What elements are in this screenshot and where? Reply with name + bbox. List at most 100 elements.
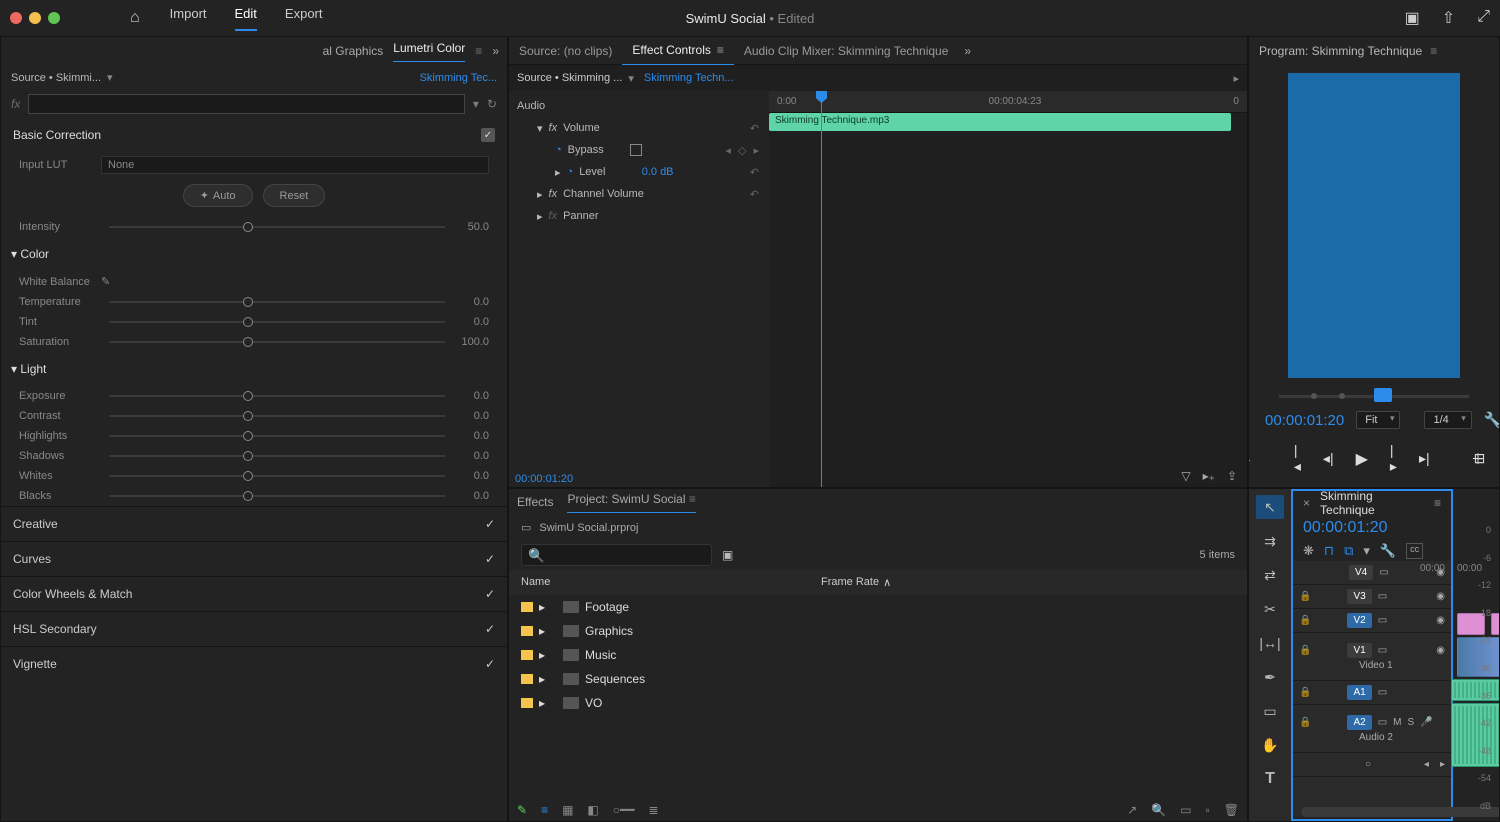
close-window[interactable] xyxy=(10,12,22,24)
basic-correction-toggle[interactable]: ✓ xyxy=(481,128,495,142)
find-icon[interactable]: 🔍 xyxy=(1151,803,1166,817)
curves-section[interactable]: Curves✓ xyxy=(1,541,507,576)
selection-tool-icon[interactable]: ↖ xyxy=(1256,495,1284,519)
tab-project[interactable]: Project: SwimU Social ≡ xyxy=(567,492,695,513)
panel-menu-icon[interactable]: ≡ xyxy=(1430,44,1437,58)
tab-audio-clip-mixer[interactable]: Audio Clip Mixer: Skimming Technique xyxy=(734,44,959,58)
lock-a2-icon[interactable]: 🔒 xyxy=(1299,717,1311,728)
panel-overflow-icon[interactable]: » xyxy=(958,44,977,58)
source-sequence-link[interactable]: Skimming Techn... xyxy=(644,72,734,84)
tab-export[interactable]: Export xyxy=(285,6,323,31)
tab-effects[interactable]: Effects xyxy=(517,495,553,509)
zoom-fit-dropdown[interactable]: Fit xyxy=(1356,411,1400,429)
zoom-slider[interactable]: ○━━ xyxy=(613,803,635,817)
window-controls[interactable] xyxy=(10,12,60,24)
icon-view-icon[interactable]: ▦ xyxy=(562,803,573,817)
color-wheels-section[interactable]: Color Wheels & Match✓ xyxy=(1,576,507,611)
timeline-h-scrollbar[interactable] xyxy=(1301,807,1443,817)
panel-menu-icon[interactable]: ≡ xyxy=(1434,496,1441,510)
lumetri-effect-dropdown[interactable] xyxy=(28,94,465,114)
slip-tool-icon[interactable]: |↔| xyxy=(1256,631,1284,655)
lock-v2-icon[interactable]: 🔒 xyxy=(1299,615,1311,626)
sequence-name[interactable]: Skimming Technique xyxy=(1320,489,1424,517)
track-select-tool-icon[interactable]: ⇉ xyxy=(1256,529,1284,553)
toggle-v2-icon[interactable]: ◉ xyxy=(1436,615,1445,626)
solo-icon[interactable]: S xyxy=(1407,717,1414,728)
channel-volume-effect[interactable]: ▸fxChannel Volume↶ xyxy=(517,183,761,205)
tab-effect-controls[interactable]: Effect Controls≡ xyxy=(622,43,734,65)
tab-essential-graphics[interactable]: al Graphics xyxy=(323,44,384,58)
goto-out-icon[interactable]: ▸| xyxy=(1419,450,1430,467)
ripple-tool-icon[interactable]: ⇄ xyxy=(1256,563,1284,587)
tab-lumetri-color[interactable]: Lumetri Color xyxy=(393,41,465,62)
settings-wrench-icon[interactable]: 🔧 xyxy=(1484,411,1500,429)
tab-import[interactable]: Import xyxy=(170,6,207,31)
input-lut-dropdown[interactable]: None xyxy=(101,156,489,174)
panner-effect[interactable]: ▸fxPanner xyxy=(517,205,761,227)
target-v2[interactable]: V2 xyxy=(1347,613,1371,628)
volume-effect[interactable]: ▾fxVolume↶ xyxy=(517,117,761,139)
play-only-icon[interactable]: ▸₊ xyxy=(1203,469,1215,483)
toggle-v1-icon[interactable]: ◉ xyxy=(1436,645,1445,656)
button-editor-icon[interactable]: ＋ xyxy=(1471,449,1485,469)
vignette-section[interactable]: Vignette✓ xyxy=(1,646,507,681)
auto-button[interactable]: ✦Auto xyxy=(183,184,253,207)
bin-graphics[interactable]: ▸Graphics xyxy=(509,619,1247,643)
eyedropper-icon[interactable]: ✎ xyxy=(101,275,110,288)
marker-add-icon[interactable]: ▾ xyxy=(1363,543,1370,559)
lumetri-clip-link[interactable]: Skimming Tec... xyxy=(420,72,497,84)
shadows-slider[interactable] xyxy=(109,455,445,457)
lock-v3-icon[interactable]: 🔒 xyxy=(1299,591,1311,602)
timeline-timecode[interactable]: 00:00:01:20 xyxy=(1293,515,1451,541)
settings-icon[interactable]: 🔧 xyxy=(1380,543,1396,559)
target-a1[interactable]: A1 xyxy=(1347,685,1371,700)
minimize-window[interactable] xyxy=(29,12,41,24)
resolution-dropdown[interactable]: 1/4 xyxy=(1424,411,1471,429)
saturation-slider[interactable] xyxy=(109,341,445,343)
fullscreen-icon[interactable]: ⤢ xyxy=(1477,8,1490,28)
bin-footage[interactable]: ▸Footage xyxy=(509,595,1247,619)
panel-menu-icon[interactable]: ≡ xyxy=(475,44,482,58)
intensity-slider[interactable] xyxy=(109,226,445,228)
audio-group[interactable]: Audio xyxy=(517,95,761,117)
color-section-header[interactable]: ▾ Color xyxy=(1,237,507,271)
toggle-v3-icon[interactable]: ◉ xyxy=(1436,591,1445,602)
freeform-view-icon[interactable]: ◧ xyxy=(587,803,598,817)
voiceover-icon[interactable]: 🎤 xyxy=(1420,717,1432,728)
tab-source-noclips[interactable]: Source: (no clips) xyxy=(509,44,622,58)
lock-v1-icon[interactable]: 🔒 xyxy=(1299,645,1311,656)
creative-section[interactable]: Creative✓ xyxy=(1,506,507,541)
bin-music[interactable]: ▸Music xyxy=(509,643,1247,667)
snap-icon[interactable]: ⊓ xyxy=(1324,543,1334,559)
hand-tool-icon[interactable]: ✋ xyxy=(1256,733,1284,757)
bin-sequences[interactable]: ▸Sequences xyxy=(509,667,1247,691)
bin-vo[interactable]: ▸VO xyxy=(509,691,1247,715)
program-playhead[interactable] xyxy=(1374,388,1392,402)
play-button[interactable]: ▶ xyxy=(1356,449,1368,469)
whites-slider[interactable] xyxy=(109,475,445,477)
target-v3[interactable]: V3 xyxy=(1347,589,1371,604)
caption-icon[interactable]: cc xyxy=(1406,543,1423,559)
effect-keyframe-area[interactable]: 0:00 00:00:04:23 0 Skimming Technique.mp… xyxy=(769,91,1247,488)
blacks-slider[interactable] xyxy=(109,495,445,497)
project-columns-header[interactable]: Name Frame Rate∧ xyxy=(509,570,1247,595)
panel-overflow-icon[interactable]: » xyxy=(492,44,499,58)
lock-a1-icon[interactable]: 🔒 xyxy=(1299,687,1311,698)
reset-icon[interactable]: ↻ xyxy=(487,97,497,111)
step-forward-icon[interactable]: |▸ xyxy=(1390,442,1397,475)
sort-icon[interactable]: ≣ xyxy=(648,803,658,817)
insert-program-icon[interactable]: ❋ xyxy=(1303,543,1314,559)
program-scrubber[interactable] xyxy=(1279,391,1469,401)
project-search-input[interactable] xyxy=(521,544,712,566)
highlights-slider[interactable] xyxy=(109,435,445,437)
tab-edit[interactable]: Edit xyxy=(235,6,257,31)
effect-timecode[interactable]: 00:00:01:20 xyxy=(515,473,573,485)
type-tool-icon[interactable]: T xyxy=(1256,767,1284,791)
contrast-slider[interactable] xyxy=(109,415,445,417)
close-sequence-icon[interactable]: × xyxy=(1303,496,1310,510)
trash-icon[interactable]: 🗑 xyxy=(1224,803,1239,817)
rectangle-tool-icon[interactable]: ▭ xyxy=(1256,699,1284,723)
filter-icon[interactable]: ▽ xyxy=(1181,469,1190,483)
new-item-icon[interactable]: ▫ xyxy=(1206,803,1210,817)
linked-selection-icon[interactable]: ⧉ xyxy=(1344,543,1353,559)
